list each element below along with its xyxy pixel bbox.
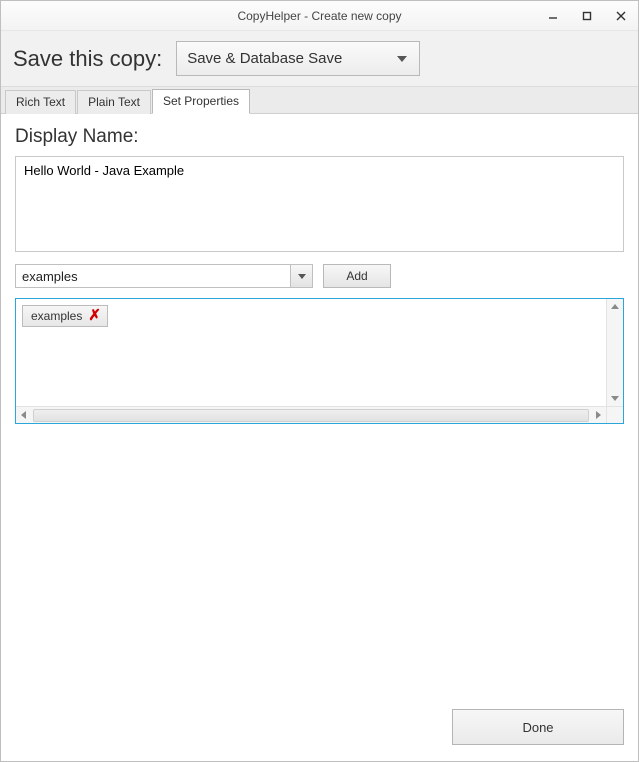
scroll-left-icon[interactable]	[16, 407, 31, 424]
display-name-label: Display Name:	[15, 126, 624, 148]
category-row: examples Add	[15, 264, 624, 288]
tab-panel-set-properties: Display Name: examples Add examples ✗	[1, 114, 638, 697]
titlebar: CopyHelper - Create new copy	[1, 1, 638, 31]
remove-tag-icon[interactable]: ✗	[88, 308, 101, 323]
save-mode-combobox[interactable]: Save & Database Save	[176, 41, 420, 76]
category-combobox-value: examples	[16, 265, 290, 287]
scroll-thumb[interactable]	[33, 409, 589, 422]
scroll-down-icon[interactable]	[607, 391, 623, 406]
maximize-button[interactable]	[570, 1, 604, 31]
footer: Done	[1, 697, 638, 761]
add-button[interactable]: Add	[323, 264, 391, 288]
maximize-icon	[582, 11, 592, 21]
save-copy-label: Save this copy:	[13, 46, 162, 72]
tag-chip: examples ✗	[22, 305, 108, 327]
chevron-down-icon	[397, 56, 407, 62]
tab-set-properties[interactable]: Set Properties	[152, 89, 250, 114]
vertical-scrollbar[interactable]	[606, 299, 623, 406]
minimize-icon	[548, 11, 558, 21]
tag-label: examples	[31, 309, 82, 323]
horizontal-scrollbar[interactable]	[16, 406, 606, 423]
tags-container: examples ✗	[16, 299, 606, 406]
tab-rich-text[interactable]: Rich Text	[5, 90, 76, 114]
close-button[interactable]	[604, 1, 638, 31]
save-mode-value: Save & Database Save	[187, 50, 342, 67]
tabstrip: Rich Text Plain Text Set Properties	[1, 87, 638, 114]
window-frame: CopyHelper - Create new copy Save this c…	[0, 0, 639, 762]
tab-plain-text[interactable]: Plain Text	[77, 90, 151, 114]
minimize-button[interactable]	[536, 1, 570, 31]
category-combobox-button[interactable]	[290, 265, 312, 287]
scroll-right-icon[interactable]	[591, 407, 606, 424]
category-combobox[interactable]: examples	[15, 264, 313, 288]
header-row: Save this copy: Save & Database Save	[1, 31, 638, 87]
scroll-up-icon[interactable]	[607, 299, 623, 314]
tags-panel: examples ✗	[15, 298, 624, 424]
scroll-corner	[606, 406, 623, 423]
display-name-input[interactable]	[15, 156, 624, 252]
close-icon	[616, 11, 626, 21]
window-controls	[536, 1, 638, 31]
chevron-down-icon	[298, 274, 306, 279]
done-button[interactable]: Done	[452, 709, 624, 745]
